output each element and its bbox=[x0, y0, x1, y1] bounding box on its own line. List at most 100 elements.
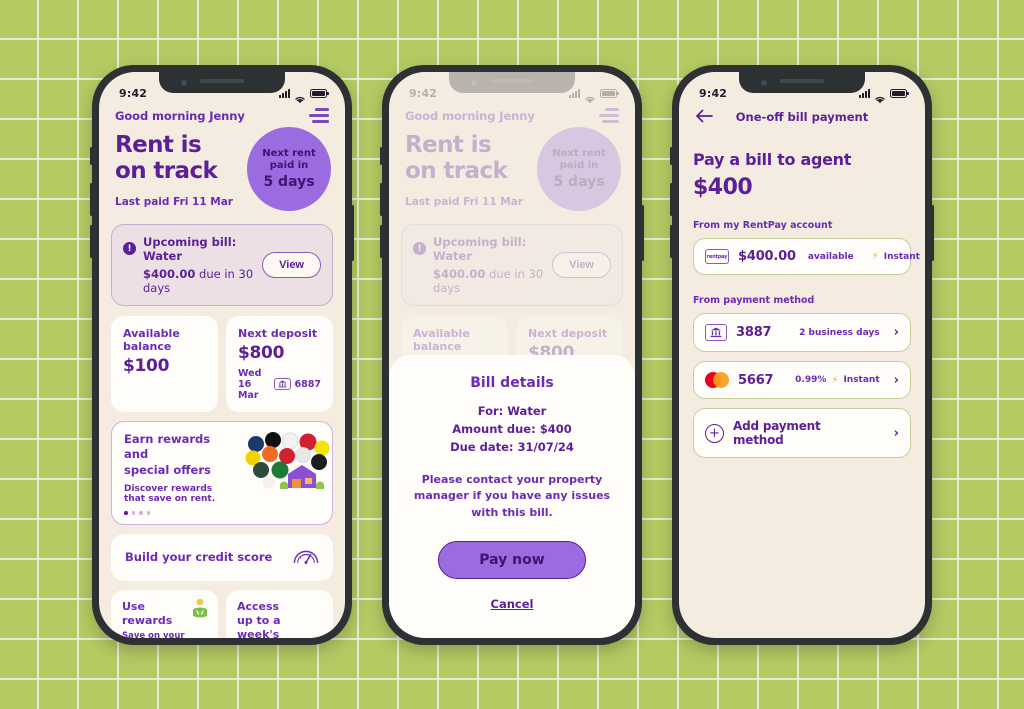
bank-icon bbox=[705, 324, 727, 341]
add-payment-method-label: Add payment method bbox=[733, 419, 821, 447]
upcoming-bill-alert[interactable]: ! Upcoming bill: Water $400.00 due in 30… bbox=[111, 223, 333, 306]
exclamation-icon: ! bbox=[123, 242, 136, 255]
next-deposit-label: Next deposit bbox=[238, 326, 318, 340]
volume-up-button[interactable] bbox=[380, 183, 383, 216]
power-button[interactable] bbox=[641, 205, 644, 261]
payment-amount: $400 bbox=[693, 175, 753, 200]
signal-icon bbox=[279, 88, 290, 98]
rewards-text: Earn rewards and special offers Discover… bbox=[124, 432, 240, 515]
credit-score-card[interactable]: Build your credit score bbox=[111, 533, 333, 581]
payment-method-bank-row[interactable]: 3887 2 business days › bbox=[693, 313, 911, 352]
status-icons bbox=[279, 88, 329, 103]
status-icons bbox=[859, 88, 909, 103]
phone-mockup-bill-details: 9:42 Good morning Jenny Rent is on track bbox=[380, 65, 644, 645]
badge-line3: 5 days bbox=[263, 173, 315, 190]
house-with-brand-logos-illustration bbox=[240, 431, 332, 515]
wifi-icon bbox=[874, 89, 886, 103]
silent-switch[interactable] bbox=[380, 147, 383, 165]
nav-title: One-off bill payment bbox=[735, 110, 869, 124]
speedometer-gauge-icon bbox=[293, 547, 319, 568]
notch bbox=[159, 72, 285, 93]
status-time: 9:42 bbox=[119, 86, 148, 100]
power-button[interactable] bbox=[931, 205, 934, 261]
rewards-title: Earn rewards and special offers bbox=[124, 432, 236, 479]
rewards-title-line2: special offers bbox=[124, 462, 211, 477]
phone2-screen: 9:42 Good morning Jenny Rent is on track bbox=[389, 72, 635, 638]
silent-switch[interactable] bbox=[670, 147, 673, 165]
hero-title-line1: Rent is bbox=[115, 132, 202, 158]
add-payment-method-row[interactable]: + Add payment method › bbox=[693, 408, 911, 458]
rewards-carousel-card[interactable]: Earn rewards and special offers Discover… bbox=[111, 420, 333, 525]
rewards-subtitle: Discover rewards that save on rent. bbox=[124, 484, 216, 505]
view-bill-button[interactable]: View bbox=[262, 251, 321, 278]
available-balance-card[interactable]: Available balance $100 bbox=[111, 315, 218, 412]
plus-circle-icon: + bbox=[705, 423, 724, 443]
modal-title: Bill details bbox=[470, 375, 554, 392]
hero-title-line2: on track bbox=[115, 157, 218, 184]
access-rent-tile[interactable]: Access up to a week's worth of rent bbox=[226, 589, 333, 638]
carousel-dots[interactable] bbox=[124, 511, 236, 515]
greeting-row: Good morning Jenny bbox=[99, 106, 345, 123]
next-rent-badge: Next rent paid in 5 days bbox=[247, 127, 331, 211]
available-balance-label: Available balance bbox=[123, 326, 180, 353]
back-arrow-icon[interactable] bbox=[695, 108, 713, 127]
volume-down-button[interactable] bbox=[670, 225, 673, 258]
modal-row-due-value: 31/07/24 bbox=[517, 439, 574, 454]
modal-note: Please contact your property manager if … bbox=[411, 472, 613, 522]
rentpay-speed: ⚡ Instant bbox=[872, 251, 920, 262]
card-speed-label: Instant bbox=[843, 375, 880, 385]
next-deposit-card[interactable]: Next deposit $800 Wed 16 Mar 6887 bbox=[226, 315, 333, 412]
power-button[interactable] bbox=[351, 205, 354, 261]
silent-switch[interactable] bbox=[90, 147, 93, 165]
rentpay-card-icon: rentpay bbox=[705, 249, 729, 264]
lightning-bolt-icon: ⚡ bbox=[831, 374, 839, 386]
hamburger-menu-icon[interactable] bbox=[309, 108, 329, 123]
notch bbox=[739, 72, 865, 93]
volume-down-button[interactable] bbox=[90, 225, 93, 258]
alert-amount: $400.00 bbox=[143, 266, 196, 281]
payment-method-card-row[interactable]: 5667 0.99% ⚡ Instant › bbox=[693, 361, 911, 399]
next-deposit-date: Wed 16 Mar bbox=[238, 367, 262, 401]
section-payment-method-label: From payment method bbox=[693, 295, 815, 306]
modal-row-amount: Amount due: $400 bbox=[411, 421, 613, 439]
chevron-right-icon: › bbox=[893, 425, 899, 441]
volume-up-button[interactable] bbox=[90, 183, 93, 216]
pay-now-button[interactable]: Pay now bbox=[438, 541, 586, 579]
volume-up-button[interactable] bbox=[670, 183, 673, 216]
phone1-screen: 9:42 Good morning Jenny Rent is on track bbox=[99, 72, 345, 638]
front-camera-icon bbox=[181, 80, 187, 86]
alert-detail-row: $400.00 due in 30 days bbox=[143, 267, 262, 295]
card-fee: 0.99% bbox=[795, 375, 827, 385]
nav-bar: One-off bill payment bbox=[679, 106, 925, 128]
bank-speed: 2 business days bbox=[799, 328, 880, 338]
volume-down-button[interactable] bbox=[380, 225, 383, 258]
wallet-coin-icon bbox=[190, 598, 210, 624]
signal-icon bbox=[859, 88, 870, 98]
earpiece-speaker bbox=[200, 79, 244, 83]
chevron-right-icon: › bbox=[893, 325, 899, 340]
hero-section: Rent is on track Last paid Fri 11 Mar Ne… bbox=[99, 123, 345, 211]
screenshot-stage: 9:42 Good morning Jenny Rent is on track bbox=[0, 0, 1024, 709]
bill-details-modal: Bill details For: Water Amount due: $400… bbox=[389, 355, 635, 638]
status-time: 9:42 bbox=[699, 86, 728, 100]
cancel-link[interactable]: Cancel bbox=[491, 597, 534, 611]
front-camera-icon bbox=[761, 80, 767, 86]
credit-score-label: Build your credit score bbox=[125, 550, 273, 565]
mastercard-icon bbox=[705, 372, 729, 388]
alert-text: ! Upcoming bill: Water $400.00 due in 30… bbox=[123, 235, 262, 295]
use-rewards-tile[interactable]: Use rewards Save on your rent. bbox=[111, 589, 218, 638]
rentpay-account-row[interactable]: rentpay $400.00 available ⚡ Instant › bbox=[693, 238, 920, 275]
stats-grid: Available balance $100 Next deposit $800… bbox=[111, 315, 333, 412]
modal-row-for-label: For: bbox=[477, 404, 504, 419]
rentpay-amount: $400.00 bbox=[738, 249, 796, 264]
rentpay-speed-label: Instant bbox=[883, 251, 920, 262]
bank-account-number: 3887 bbox=[736, 325, 772, 340]
next-deposit-account: 6887 bbox=[294, 378, 321, 390]
battery-icon bbox=[890, 88, 909, 98]
modal-row-amount-label: Amount due: bbox=[452, 421, 536, 436]
battery-icon bbox=[310, 88, 329, 98]
bank-icon bbox=[273, 378, 291, 390]
chevron-right-icon: › bbox=[893, 372, 899, 388]
modal-row-amount-value: $400 bbox=[539, 421, 572, 436]
card-number: 5667 bbox=[738, 372, 774, 388]
